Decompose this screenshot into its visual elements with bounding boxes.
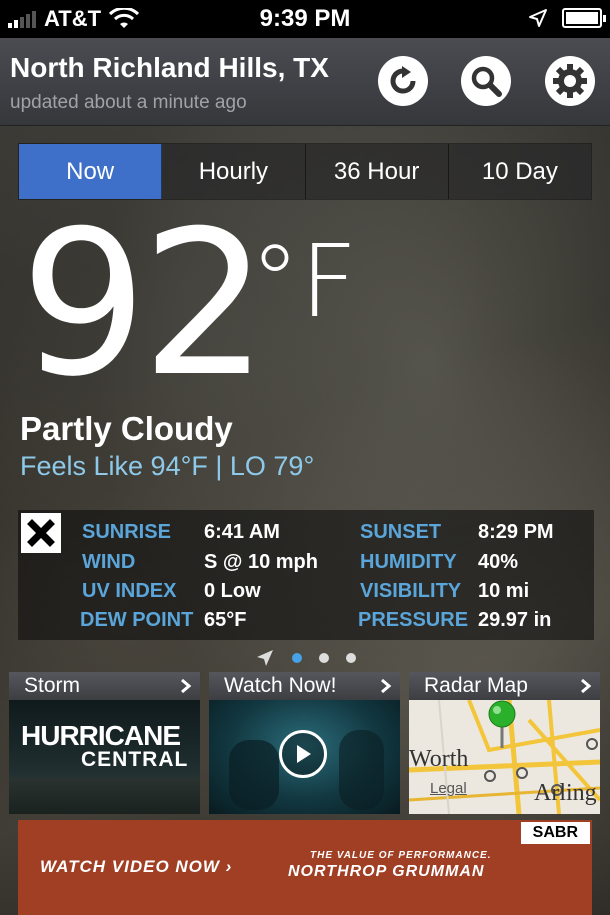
gear-icon <box>553 64 587 98</box>
current-temperature: 92 <box>20 188 268 421</box>
location-arrow-icon <box>256 650 273 666</box>
details-panel: SUNRISE 6:41 AM SUNSET 8:29 PM WIND S @ … <box>18 510 594 640</box>
ad-brand: NORTHROP GRUMMAN <box>288 863 485 880</box>
detail-label: HUMIDITY <box>360 551 457 573</box>
page-dot <box>318 653 329 663</box>
detail-label: DEW POINT <box>80 609 194 631</box>
page-indicator[interactable] <box>0 648 610 668</box>
detail-label: VISIBILITY <box>360 580 462 602</box>
close-details-button[interactable] <box>21 513 61 553</box>
detail-value: S @ 10 mph <box>204 551 318 573</box>
map-label: Arling <box>534 780 597 806</box>
location-title[interactable]: North Richland Hills, TX <box>10 52 329 84</box>
map-pin-icon <box>488 700 516 748</box>
card-title: Watch Now! <box>224 674 337 697</box>
detail-label: WIND <box>82 551 136 573</box>
map-label: Worth <box>409 746 469 772</box>
settings-button[interactable] <box>545 56 595 106</box>
map-legal-link[interactable]: Legal <box>430 780 467 797</box>
refresh-icon <box>390 66 416 94</box>
location-arrow-icon <box>529 9 547 27</box>
central-text: CENTRAL <box>81 748 189 771</box>
current-condition: Partly Cloudy <box>20 410 233 447</box>
tab-10-day[interactable]: 10 Day <box>448 144 591 199</box>
page-dot <box>291 653 302 663</box>
search-button[interactable] <box>461 56 511 106</box>
video-thumbnail <box>209 700 400 814</box>
temperature-unit: °F <box>250 223 358 340</box>
close-icon <box>27 519 55 547</box>
chevron-right-icon <box>181 678 192 694</box>
detail-label: UV INDEX <box>82 580 177 602</box>
detail-value: 0 Low <box>204 580 261 602</box>
page-dot <box>345 653 356 663</box>
card-title: Radar Map <box>424 674 528 697</box>
status-bar: AT&T 9:39 PM <box>0 0 610 38</box>
detail-value: 10 mi <box>478 580 530 602</box>
detail-value: 29.97 in <box>478 609 552 631</box>
play-button[interactable] <box>279 730 327 778</box>
detail-value: 6:41 AM <box>204 521 280 543</box>
battery-icon <box>562 8 606 28</box>
watch-now-card[interactable]: Watch Now! <box>209 672 400 814</box>
header: North Richland Hills, TX updated about a… <box>0 38 610 126</box>
detail-label: SUNSET <box>360 521 442 543</box>
detail-value: 65°F <box>204 609 247 631</box>
feels-like-lo: Feels Like 94°F | LO 79° <box>20 451 315 481</box>
detail-value: 8:29 PM <box>478 521 554 543</box>
storm-card[interactable]: Storm HURRICANE CENTRAL <box>9 672 200 814</box>
ad-tagline: THE VALUE OF PERFORMANCE. <box>310 850 492 861</box>
detail-value: 40% <box>478 551 519 573</box>
updated-time: updated about a minute ago <box>10 92 247 113</box>
ad-sponsor-tag: SABR <box>520 822 590 844</box>
radar-map-thumbnail: Worth Arling Legal <box>409 700 600 814</box>
chevron-right-icon <box>381 678 392 694</box>
detail-label: SUNRISE <box>82 521 171 543</box>
search-icon <box>471 66 502 97</box>
storm-thumbnail: HURRICANE CENTRAL <box>9 700 200 814</box>
radar-map-card[interactable]: Radar Map Worth Arling Legal <box>409 672 600 814</box>
card-title: Storm <box>24 674 81 697</box>
clock: 9:39 PM <box>259 5 351 32</box>
tab-36-hour[interactable]: 36 Hour <box>305 144 449 199</box>
play-icon <box>297 745 311 763</box>
ad-cta: WATCH VIDEO NOW › <box>40 857 233 876</box>
ad-banner[interactable]: WATCH VIDEO NOW › SABR THE VALUE OF PERF… <box>18 820 592 915</box>
chevron-right-icon <box>581 678 592 694</box>
status-icons <box>528 8 606 28</box>
refresh-button[interactable] <box>378 56 428 106</box>
detail-label: PRESSURE <box>358 609 469 631</box>
